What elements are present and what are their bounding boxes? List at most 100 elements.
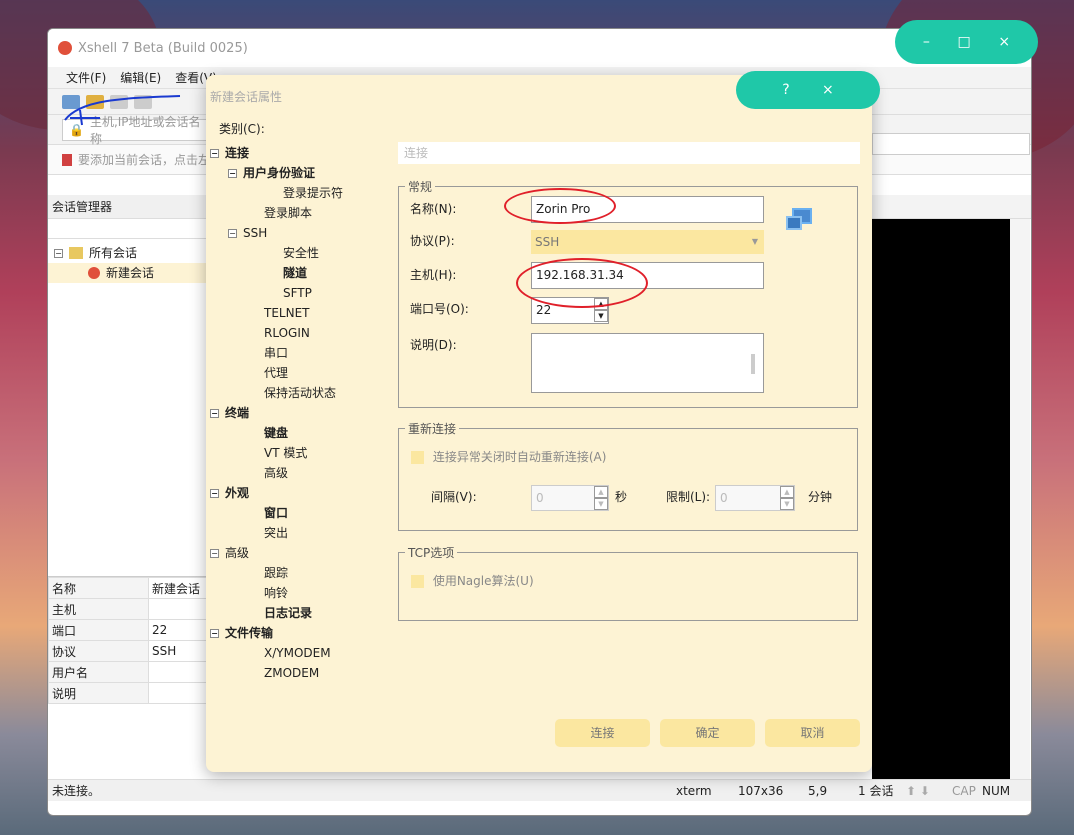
- category-label-text: 保持活动状态: [264, 386, 337, 400]
- menu-edit[interactable]: 编辑(E): [120, 69, 161, 86]
- cancel-button[interactable]: 取消: [765, 719, 860, 747]
- table-row: 端口 22: [48, 619, 208, 641]
- spin-down-icon[interactable]: ▼: [594, 498, 608, 510]
- collapse-icon[interactable]: −: [210, 409, 219, 418]
- ok-button[interactable]: 确定: [660, 719, 755, 747]
- table-row: 主机: [48, 598, 208, 620]
- collapse-icon[interactable]: −: [210, 489, 219, 498]
- close-icon[interactable]: ×: [998, 34, 1010, 50]
- terminal-area[interactable]: [872, 219, 1022, 779]
- spin-down-icon[interactable]: ▼: [780, 498, 794, 510]
- category-label-text: 响铃: [264, 586, 289, 600]
- menu-file[interactable]: 文件(F): [66, 69, 106, 86]
- help-icon[interactable]: ?: [782, 82, 789, 98]
- description-textarea[interactable]: [531, 333, 764, 393]
- session-search[interactable]: [48, 219, 207, 239]
- category-item[interactable]: − 高级: [210, 543, 249, 563]
- session-manager-title: 会话管理器: [48, 195, 207, 219]
- connect-button[interactable]: 连接: [555, 719, 650, 747]
- spin-up-icon[interactable]: ▲: [594, 486, 608, 498]
- category-item[interactable]: − 用户身份验证: [228, 163, 315, 183]
- chevron-down-icon: ▼: [751, 237, 758, 246]
- spin-down-icon[interactable]: ▼: [594, 310, 608, 322]
- window-title: Xshell 7 Beta (Build 0025): [78, 40, 248, 56]
- category-item[interactable]: 高级: [264, 463, 288, 483]
- category-item[interactable]: TELNET: [264, 303, 310, 323]
- collapse-icon[interactable]: −: [210, 149, 219, 158]
- hint-text: 要添加当前会话，点击左: [78, 153, 211, 167]
- name-label: 名称(N):: [410, 202, 457, 216]
- dialog-close-icon[interactable]: ×: [822, 82, 834, 98]
- category-item[interactable]: 登录提示符: [283, 183, 343, 203]
- interval-label: 间隔(V):: [431, 490, 477, 504]
- prop-key: 名称: [48, 577, 149, 599]
- category-label-text: 外观: [225, 486, 250, 500]
- category-item[interactable]: X/YMODEM: [264, 643, 331, 663]
- category-item[interactable]: 保持活动状态: [264, 383, 336, 403]
- annotation-circle-host: [516, 258, 648, 308]
- category-item[interactable]: VT 模式: [264, 443, 307, 463]
- category-label-text: SFTP: [283, 286, 312, 300]
- nagle-checkbox-row[interactable]: 使用Nagle算法(U): [411, 572, 534, 589]
- category-item[interactable]: − SSH: [228, 223, 267, 243]
- minimize-icon[interactable]: –: [923, 34, 930, 50]
- status-text: 未连接。: [52, 784, 101, 798]
- status-sessions: 1 会话: [858, 784, 894, 798]
- category-item[interactable]: 突出: [264, 523, 288, 543]
- host-label: 主机(H):: [410, 268, 457, 282]
- section-header: 连接: [398, 142, 860, 164]
- collapse-icon[interactable]: −: [228, 229, 237, 238]
- status-num: NUM: [982, 783, 1011, 798]
- tree-node-all-sessions[interactable]: − 所有会话: [48, 243, 207, 263]
- address-dropdown[interactable]: [872, 133, 1030, 155]
- category-item[interactable]: − 外观: [210, 483, 249, 503]
- reconnect-legend: 重新连接: [408, 422, 457, 436]
- nagle-checkbox[interactable]: [411, 575, 424, 588]
- category-item[interactable]: 响铃: [264, 583, 288, 603]
- prop-value: [148, 661, 208, 683]
- category-label-text: 突出: [264, 526, 289, 540]
- reconnect-checkbox-row[interactable]: 连接异常关闭时自动重新连接(A): [411, 448, 606, 465]
- category-item[interactable]: − 文件传输: [210, 623, 273, 643]
- category-item[interactable]: ZMODEM: [264, 663, 319, 683]
- category-label-text: 跟踪: [264, 566, 289, 580]
- category-item[interactable]: 代理: [264, 363, 288, 383]
- category-item[interactable]: 安全性: [283, 243, 319, 263]
- tab-strip: [872, 195, 1031, 219]
- prop-value: 新建会话: [148, 577, 208, 599]
- collapse-icon[interactable]: −: [210, 629, 219, 638]
- interval-field[interactable]: 0 ▲ ▼: [531, 485, 609, 511]
- limit-field[interactable]: 0 ▲ ▼: [715, 485, 795, 511]
- category-item[interactable]: − 终端: [210, 403, 249, 423]
- collapse-icon[interactable]: −: [210, 549, 219, 558]
- interval-unit: 秒: [615, 490, 628, 504]
- collapse-icon[interactable]: −: [54, 248, 63, 258]
- category-item[interactable]: − 连接: [210, 143, 249, 163]
- spin-up-icon[interactable]: ▲: [780, 486, 794, 498]
- maximize-icon[interactable]: □: [958, 34, 971, 50]
- collapse-icon[interactable]: −: [228, 169, 237, 178]
- prop-value: [148, 598, 208, 620]
- category-item[interactable]: 键盘: [264, 423, 288, 443]
- tree-node-new-session[interactable]: 新建会话: [48, 263, 207, 283]
- category-label-text: VT 模式: [264, 446, 308, 460]
- category-item[interactable]: 串口: [264, 343, 288, 363]
- prop-key: 端口: [48, 619, 149, 641]
- category-item[interactable]: SFTP: [283, 283, 312, 303]
- category-label-text: 连接: [225, 146, 250, 160]
- category-item[interactable]: 日志记录: [264, 603, 312, 623]
- arrows-icon[interactable]: ⬆ ⬇: [906, 784, 930, 798]
- category-item[interactable]: 隧道: [283, 263, 307, 283]
- main-window-controls: – □ ×: [895, 20, 1038, 64]
- terminal-scrollbar[interactable]: [1010, 219, 1030, 779]
- category-item[interactable]: 登录脚本: [264, 203, 312, 223]
- category-item[interactable]: 跟踪: [264, 563, 288, 583]
- reconnect-checkbox[interactable]: [411, 451, 424, 464]
- protocol-select[interactable]: SSH ▼: [531, 230, 764, 254]
- protocol-label: 协议(P):: [410, 234, 455, 248]
- category-item[interactable]: 窗口: [264, 503, 288, 523]
- prop-value: 22: [148, 619, 208, 641]
- category-item[interactable]: RLOGIN: [264, 323, 310, 343]
- category-label-text: ZMODEM: [264, 666, 320, 680]
- interval-value: 0: [536, 491, 544, 505]
